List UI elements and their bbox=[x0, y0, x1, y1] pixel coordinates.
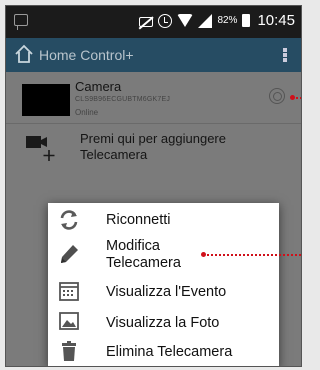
pencil-icon bbox=[61, 245, 78, 263]
add-camera-line1: Premi qui per aggiungere bbox=[80, 131, 226, 146]
mute-icon bbox=[139, 16, 154, 27]
battery-icon bbox=[242, 14, 251, 27]
menu-label-visualizza-evento: Visualizza l'Evento bbox=[106, 284, 227, 300]
trash-icon bbox=[62, 341, 76, 361]
overflow-menu-icon[interactable] bbox=[283, 48, 287, 62]
app-bar: Home Control+ bbox=[6, 38, 301, 72]
app-title: Home Control+ bbox=[39, 47, 134, 63]
camera-status: Online bbox=[75, 108, 99, 117]
signal-icon bbox=[198, 13, 213, 28]
context-menu: Riconnetti Modifica Telecamera Visualizz… bbox=[48, 203, 279, 366]
status-bar: 82% 10:45 bbox=[6, 6, 301, 38]
add-camera-text: Premi qui per aggiungere Telecamera bbox=[80, 131, 226, 163]
camera-uid: CLS9B96ECGUBTM6GK7EJ bbox=[75, 96, 171, 103]
menu-label-modifica-line2: Telecamera bbox=[106, 255, 181, 271]
photo-icon bbox=[59, 312, 79, 330]
add-camera-icon bbox=[26, 136, 55, 161]
add-camera-line2: Telecamera bbox=[80, 147, 148, 162]
callout-dot-settings bbox=[290, 95, 295, 100]
menu-label-riconnetti: Riconnetti bbox=[106, 212, 171, 228]
add-camera-item[interactable]: Premi qui per aggiungere Telecamera bbox=[6, 125, 301, 175]
camera-settings-icon[interactable] bbox=[269, 88, 285, 104]
menu-label-modifica-line1: Modifica bbox=[106, 238, 160, 254]
menu-item-elimina-telecamera[interactable]: Elimina Telecamera bbox=[48, 337, 279, 366]
calendar-icon bbox=[59, 282, 79, 301]
screen-cast-icon bbox=[14, 14, 28, 30]
menu-item-riconnetti[interactable]: Riconnetti bbox=[48, 203, 279, 233]
phone-screen: 82% 10:45 Home Control+ Camera CLS9B96EC… bbox=[5, 5, 302, 367]
refresh-icon bbox=[60, 210, 78, 230]
menu-label-modifica: Modifica Telecamera bbox=[106, 238, 181, 272]
menu-label-elimina: Elimina Telecamera bbox=[106, 344, 233, 360]
callout-line-modifica bbox=[203, 254, 301, 256]
camera-thumbnail bbox=[22, 84, 70, 116]
wifi-icon bbox=[177, 13, 194, 28]
menu-item-visualizza-evento[interactable]: Visualizza l'Evento bbox=[48, 277, 279, 307]
menu-label-visualizza-foto: Visualizza la Foto bbox=[106, 315, 220, 331]
alarm-icon bbox=[158, 13, 173, 28]
camera-list-item[interactable]: Camera CLS9B96ECGUBTM6GK7EJ Online bbox=[6, 72, 301, 124]
battery-percent: 82% bbox=[217, 15, 238, 26]
clock: 10:45 bbox=[257, 12, 295, 29]
callout-dot-modifica bbox=[201, 252, 206, 257]
home-icon[interactable] bbox=[14, 44, 34, 64]
camera-name: Camera bbox=[75, 79, 122, 94]
menu-item-visualizza-foto[interactable]: Visualizza la Foto bbox=[48, 307, 279, 337]
